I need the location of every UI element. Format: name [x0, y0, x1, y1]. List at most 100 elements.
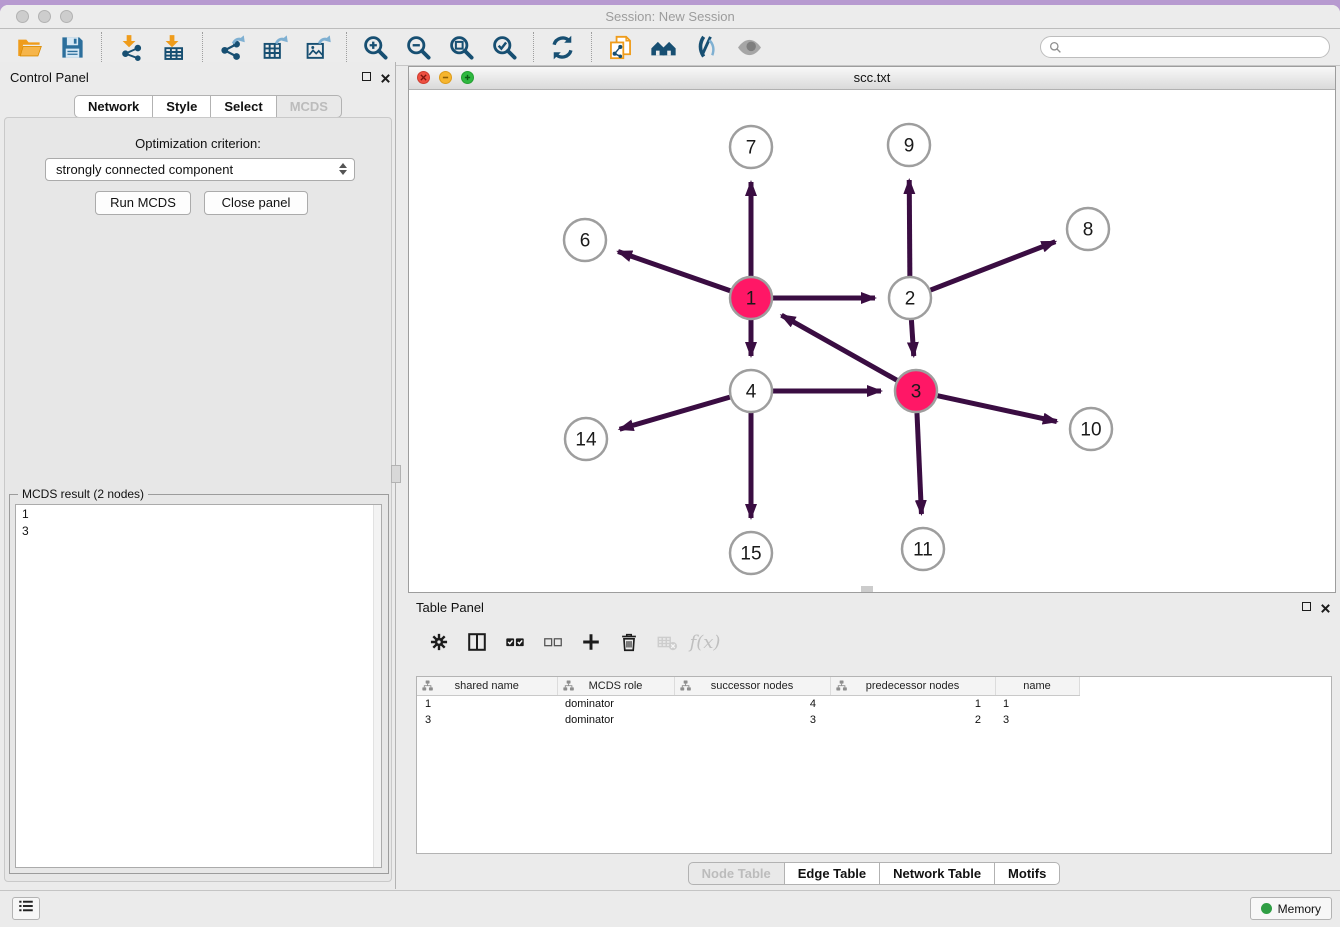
edge-2-3[interactable] — [911, 320, 913, 356]
edge-3-10[interactable] — [937, 396, 1056, 422]
cell-predecessor-nodes: 2 — [830, 712, 995, 728]
table-panel: Table Panel f(x) shared nameMCDS rolesuc… — [408, 594, 1340, 889]
edge-2-9[interactable] — [909, 180, 910, 276]
style-button[interactable] — [693, 34, 720, 61]
delete-table-button — [655, 630, 679, 654]
control-panel: Control Panel NetworkStyleSelectMCDS Opt… — [0, 62, 396, 889]
window-title: Session: New Session — [0, 5, 1340, 28]
plus-icon — [580, 631, 602, 653]
canvas-resize-grip[interactable] — [861, 586, 873, 592]
show-hide-button[interactable] — [736, 34, 763, 61]
node-label: 10 — [1080, 420, 1101, 441]
graph-node-1[interactable]: 1 — [730, 277, 772, 319]
app-window: Session: New Session Control Panel Netwo… — [0, 5, 1340, 926]
add-column-button[interactable] — [579, 630, 603, 654]
control-panel-close-icon[interactable] — [380, 71, 391, 82]
criterion-dropdown[interactable]: strongly connected component — [45, 158, 355, 181]
close-panel-button[interactable]: Close panel — [204, 191, 308, 215]
node-label: 6 — [580, 231, 591, 252]
zoom-in-button[interactable] — [362, 34, 389, 61]
edge-4-14[interactable] — [620, 397, 730, 429]
graph-node-15[interactable]: 15 — [730, 532, 772, 574]
home-button[interactable] — [650, 34, 677, 61]
mcds-result-text[interactable]: 1 3 — [15, 504, 382, 868]
tab-select[interactable]: Select — [210, 95, 276, 118]
duplicate-network-button[interactable] — [607, 34, 634, 61]
network-canvas[interactable]: 7 9 6 8 1 2 4 3 14 10 15 11 — [409, 89, 1335, 592]
edge-2-8[interactable] — [931, 242, 1056, 290]
tab-style[interactable]: Style — [152, 95, 211, 118]
control-panel-title: Control Panel — [10, 70, 89, 85]
graph-node-6[interactable]: 6 — [564, 219, 606, 261]
edge-3-11[interactable] — [917, 413, 921, 514]
column-label: name — [1023, 680, 1051, 692]
search-input[interactable] — [1067, 38, 1326, 58]
node-label: 7 — [746, 138, 757, 159]
table-settings-button[interactable] — [427, 630, 451, 654]
dropdown-stepper-icon — [339, 163, 347, 175]
toolbar-separator — [346, 32, 347, 62]
export-image-button[interactable] — [304, 34, 331, 61]
save-session-button[interactable] — [59, 34, 86, 61]
graph-node-8[interactable]: 8 — [1067, 208, 1109, 250]
refresh-button[interactable] — [549, 34, 576, 61]
network-window-titlebar[interactable]: scc.txt — [409, 67, 1335, 90]
delete-columns-button[interactable] — [617, 630, 641, 654]
edge-1-6[interactable] — [618, 252, 730, 291]
tab-mcds[interactable]: MCDS — [276, 95, 342, 118]
table-panel-float-icon[interactable] — [1302, 602, 1311, 611]
import-table-icon — [160, 34, 187, 61]
import-network-button[interactable] — [117, 34, 144, 61]
column-header-MCDS-role[interactable]: MCDS role — [557, 677, 674, 696]
node-label: 3 — [911, 382, 922, 403]
cell-shared-name: 3 — [417, 712, 557, 728]
tab-motifs[interactable]: Motifs — [994, 862, 1060, 885]
zoom-fit-button[interactable] — [448, 34, 475, 61]
memory-button[interactable]: Memory — [1250, 897, 1332, 920]
column-header-predecessor-nodes[interactable]: predecessor nodes — [830, 677, 995, 696]
result-line: 1 — [22, 506, 375, 523]
graph-node-7[interactable]: 7 — [730, 126, 772, 168]
cell-MCDS-role: dominator — [557, 712, 674, 728]
export-table-icon — [261, 34, 288, 61]
table-row[interactable]: 3dominator323 — [417, 712, 1331, 728]
graph-node-2[interactable]: 2 — [889, 277, 931, 319]
graph-node-14[interactable]: 14 — [565, 418, 607, 460]
run-mcds-button[interactable]: Run MCDS — [95, 191, 191, 215]
graph-node-3[interactable]: 3 — [895, 370, 937, 412]
zoom-selected-button[interactable] — [491, 34, 518, 61]
graph-node-4[interactable]: 4 — [730, 370, 772, 412]
export-table-button[interactable] — [261, 34, 288, 61]
zoom-out-button[interactable] — [405, 34, 432, 61]
criterion-dropdown-value: strongly connected component — [56, 159, 233, 180]
export-network-icon — [218, 34, 245, 61]
graph-node-10[interactable]: 10 — [1070, 408, 1112, 450]
import-table-button[interactable] — [160, 34, 187, 61]
cell-successor-nodes: 3 — [674, 712, 830, 728]
show-columns-button[interactable] — [465, 630, 489, 654]
tab-network-table[interactable]: Network Table — [879, 862, 995, 885]
column-header-shared-name[interactable]: shared name — [417, 677, 557, 696]
splitter-handle[interactable] — [391, 465, 401, 483]
deselect-all-button[interactable] — [541, 630, 565, 654]
column-header-successor-nodes[interactable]: successor nodes — [674, 677, 830, 696]
edge-3-1[interactable] — [781, 315, 896, 380]
graph-node-9[interactable]: 9 — [888, 124, 930, 166]
result-scrollbar[interactable] — [373, 505, 381, 867]
column-header-filler — [1079, 677, 1331, 696]
tab-edge-table[interactable]: Edge Table — [784, 862, 880, 885]
node-label: 8 — [1083, 220, 1094, 241]
export-network-button[interactable] — [218, 34, 245, 61]
refresh-icon — [549, 34, 576, 61]
task-history-button[interactable] — [12, 897, 40, 920]
select-all-button[interactable] — [503, 630, 527, 654]
graph-node-11[interactable]: 11 — [902, 528, 944, 570]
toolbar-separator — [591, 32, 592, 62]
open-session-button[interactable] — [16, 34, 43, 61]
tab-node-table[interactable]: Node Table — [688, 862, 785, 885]
table-row[interactable]: 1dominator411 — [417, 696, 1331, 713]
tab-network[interactable]: Network — [74, 95, 153, 118]
control-panel-float-icon[interactable] — [362, 72, 371, 81]
table-panel-close-icon[interactable] — [1320, 601, 1331, 612]
column-header-name[interactable]: name — [995, 677, 1079, 696]
